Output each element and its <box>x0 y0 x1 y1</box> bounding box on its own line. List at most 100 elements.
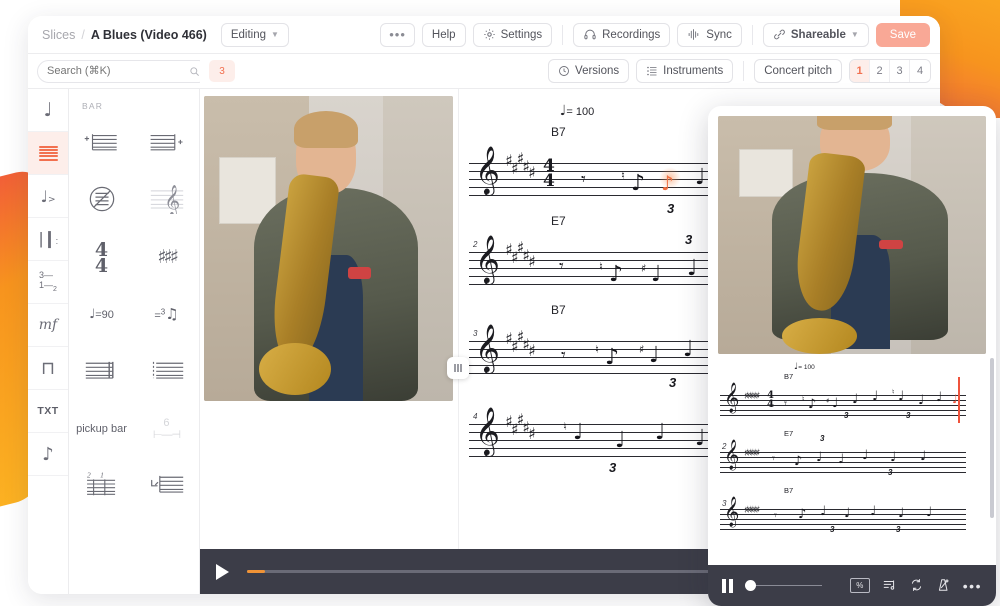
selected-note[interactable]: ♪ <box>661 171 674 195</box>
page-button-2[interactable]: 2 <box>870 60 890 82</box>
floating-system-3[interactable]: 3 𝄞 ♯♯♯♯♯ 𝄾 ♪ ♩ ♩ ♩ ♩ ♩ 3 3 <box>720 495 986 543</box>
time-signature-icon: 44 <box>94 238 109 277</box>
pane-resize-handle[interactable] <box>447 357 469 379</box>
key-signature-4: ♯♯♯♯♯ <box>505 410 536 443</box>
note-4: ♩ <box>651 262 662 287</box>
header-divider-1 <box>562 24 564 45</box>
sidebar-item-dynamics-tool[interactable]: mf <box>28 304 68 347</box>
note-5: ♩ <box>687 256 698 281</box>
video-player[interactable] <box>204 96 453 401</box>
palette-add-bar-after[interactable] <box>134 121 199 167</box>
volume-knob[interactable] <box>744 580 756 591</box>
tuplet-number-4: 3 <box>609 460 617 475</box>
note-2: ♩ <box>695 165 706 190</box>
volume-track <box>755 584 822 587</box>
versions-button[interactable]: Versions <box>548 59 630 83</box>
floating-note-17: ♩ <box>870 504 877 519</box>
dotted-barline-icon <box>149 359 185 385</box>
instruments-button[interactable]: Instruments <box>636 59 734 83</box>
palette-barline-dotted[interactable] <box>134 349 199 395</box>
treble-clef-3: 𝄞 <box>475 323 500 372</box>
page-button-1[interactable]: 1 <box>850 60 870 82</box>
palette-barline-end[interactable] <box>69 349 134 395</box>
more-options-button[interactable]: ••• <box>380 22 415 47</box>
instruments-icon <box>646 65 658 77</box>
floating-player-window: ♩= 100 B7 𝄞 ♯♯♯♯♯ 44 𝄾 ♮ ♪ ♯ ♩ ♩ ♩ ♮ ♩ ♩… <box>708 106 996 606</box>
breadcrumb-separator: / <box>81 27 85 42</box>
shareable-dropdown[interactable]: Shareable ▼ <box>762 22 869 47</box>
floating-natural-1: ♮ <box>802 395 805 403</box>
floating-note-13: ♩ <box>920 449 927 464</box>
loop-icon[interactable] <box>909 578 924 594</box>
page-button-3[interactable]: 3 <box>890 60 910 82</box>
palette-key-signature[interactable]: ♯♯♯ <box>134 235 199 281</box>
palette-voltas[interactable]: 2 1 <box>69 463 134 509</box>
floating-key-1: ♯♯♯♯♯ <box>744 391 760 402</box>
tempo-marking-icon: ♩=90 <box>89 307 114 323</box>
sidebar-item-repeat-tool[interactable]: |❙: <box>28 218 68 261</box>
sidebar-item-grace-note-tool[interactable]: ♪ <box>28 433 68 476</box>
breadcrumb-root[interactable]: Slices <box>42 28 75 42</box>
time-signature-1: 44 <box>543 156 555 191</box>
palette-bar-count[interactable]: 6 ⊢—⊣ <box>134 406 199 452</box>
concert-pitch-label: Concert pitch <box>764 65 832 77</box>
mixer-icon[interactable] <box>882 578 897 594</box>
sidebar-item-bar-tool[interactable] <box>28 132 68 175</box>
floating-system-2[interactable]: 2 𝄞 ♯♯♯♯♯ 𝄾 ♪ ♩ ♩ ♩ ♩ ♩ 3 3 <box>720 434 986 486</box>
floating-note-8: ♪ <box>794 454 803 469</box>
triplet-badge[interactable]: 3 <box>209 60 235 82</box>
headphones-icon <box>583 28 597 41</box>
sync-button[interactable]: Sync <box>677 22 742 47</box>
sidebar-item-text-tool[interactable]: TXT <box>28 390 68 433</box>
floating-clef-1: 𝄞 <box>724 383 740 413</box>
sidebar-item-articulation-tool[interactable]: ♩> <box>28 175 68 218</box>
settings-button[interactable]: Settings <box>472 22 553 47</box>
playhead <box>958 377 960 423</box>
more-icon: ••• <box>389 27 406 42</box>
page-button-4[interactable]: 4 <box>910 60 930 82</box>
floating-system-1[interactable]: 𝄞 ♯♯♯♯♯ 44 𝄾 ♮ ♪ ♯ ♩ ♩ ♩ ♮ ♩ ♩ ♩ ♩ 3 3 <box>720 377 986 429</box>
pause-icon[interactable] <box>722 578 733 593</box>
floating-note-3: ♩ <box>852 392 859 407</box>
svg-text:1: 1 <box>100 471 104 480</box>
sidebar-item-voltas-tool[interactable]: 3— 1—2 <box>28 261 68 304</box>
page-title: A Blues (Video 466) <box>90 27 207 42</box>
tempo-percent-button[interactable]: % <box>849 578 870 593</box>
palette-time-signature[interactable]: 44 <box>69 235 134 281</box>
save-button[interactable]: Save <box>875 22 930 47</box>
palette-delete-bar[interactable] <box>69 178 134 224</box>
floating-note-selected[interactable]: ♩ <box>952 392 958 406</box>
floating-note-5: ♩ <box>898 389 905 404</box>
palette-tempo-marking[interactable]: ♩=90 <box>69 292 134 338</box>
palette-add-bar-before[interactable] <box>69 121 134 167</box>
palette-metric-modulation[interactable]: =3♫ <box>134 292 199 338</box>
floating-score-scrollbar[interactable] <box>990 358 994 518</box>
floating-tuplet-6: 3 <box>896 525 901 534</box>
repeat-barline-icon: |❙: <box>38 229 58 248</box>
endings-icon: 3— 1—2 <box>39 270 57 293</box>
volume-slider[interactable] <box>744 580 822 591</box>
floating-video-player[interactable] <box>718 116 986 354</box>
editing-mode-dropdown[interactable]: Editing ▼ <box>220 22 289 47</box>
seek-slider[interactable] <box>247 570 766 573</box>
search-input[interactable] <box>47 65 189 77</box>
palette-repeat-jump[interactable] <box>134 463 199 509</box>
floating-score[interactable]: ♩= 100 B7 𝄞 ♯♯♯♯♯ 44 𝄾 ♮ ♪ ♯ ♩ ♩ ♩ ♮ ♩ ♩… <box>708 354 996 565</box>
more-icon[interactable]: ••• <box>963 579 982 593</box>
play-icon[interactable] <box>216 563 229 580</box>
note-7: ♩ <box>649 343 660 368</box>
sidebar-item-note-tool[interactable]: ♩ <box>28 89 68 132</box>
palette-change-clef[interactable]: 𝄞 <box>134 178 199 224</box>
floating-chord-2: E7 <box>784 429 794 438</box>
help-button[interactable]: Help <box>421 22 466 47</box>
sidebar-item-pedal-tool[interactable]: ⊓ <box>28 347 68 390</box>
rest-3: 𝄾 <box>561 345 566 366</box>
concert-pitch-button[interactable]: Concert pitch <box>754 59 842 83</box>
palette-pickup-bar[interactable]: pickup bar <box>69 406 134 452</box>
video-wristband <box>348 266 371 279</box>
metronome-icon[interactable] <box>936 578 951 594</box>
recordings-button[interactable]: Recordings <box>573 22 671 47</box>
editing-mode-label: Editing <box>230 28 267 41</box>
eighth-note-icon: ♪ <box>42 443 54 465</box>
floating-note-16: ♩ <box>844 506 851 521</box>
